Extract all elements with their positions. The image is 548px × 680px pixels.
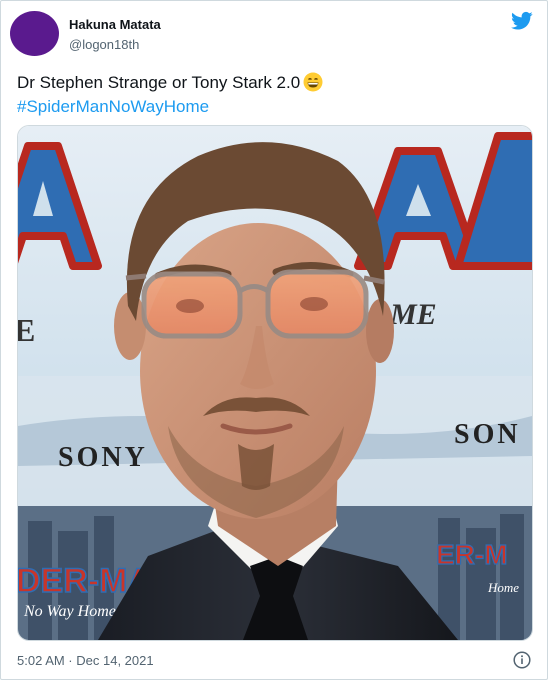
tweet-body: Dr Stephen Strange or Tony Stark 2.0 [17, 73, 301, 92]
photo-scene: E ME SONY SON DER-MA No Way Home ER-M Ho… [18, 126, 532, 640]
user-handle[interactable]: @logon18th [69, 37, 139, 52]
tweet-timestamp[interactable]: 5:02 AM · Dec 14, 2021 [17, 653, 154, 668]
poster-logo-bottom-right: ER-M [436, 539, 508, 570]
hashtag-link[interactable]: #SpiderManNoWayHome [17, 97, 209, 116]
sony-logo-left: SONY [58, 442, 148, 473]
tweet-photo[interactable]: E ME SONY SON DER-MA No Way Home ER-M Ho… [17, 125, 533, 641]
grinning-face-emoji [303, 72, 323, 92]
tweet-card[interactable]: Hakuna Matata @logon18th Dr Stephen Stra… [0, 0, 548, 680]
display-name[interactable]: Hakuna Matata [69, 17, 161, 32]
sony-logo-right: SON [454, 419, 521, 450]
tweet-text: Dr Stephen Strange or Tony Stark 2.0 #Sp… [17, 71, 531, 119]
poster-tagline-right: Home [487, 580, 519, 595]
twitter-bird-icon[interactable] [511, 11, 533, 31]
avatar[interactable] [10, 11, 59, 56]
poster-text-home: ME [389, 298, 437, 331]
poster-text-e: E [18, 312, 35, 348]
info-icon[interactable] [513, 651, 531, 669]
poster-tagline: No Way Home [23, 603, 116, 620]
